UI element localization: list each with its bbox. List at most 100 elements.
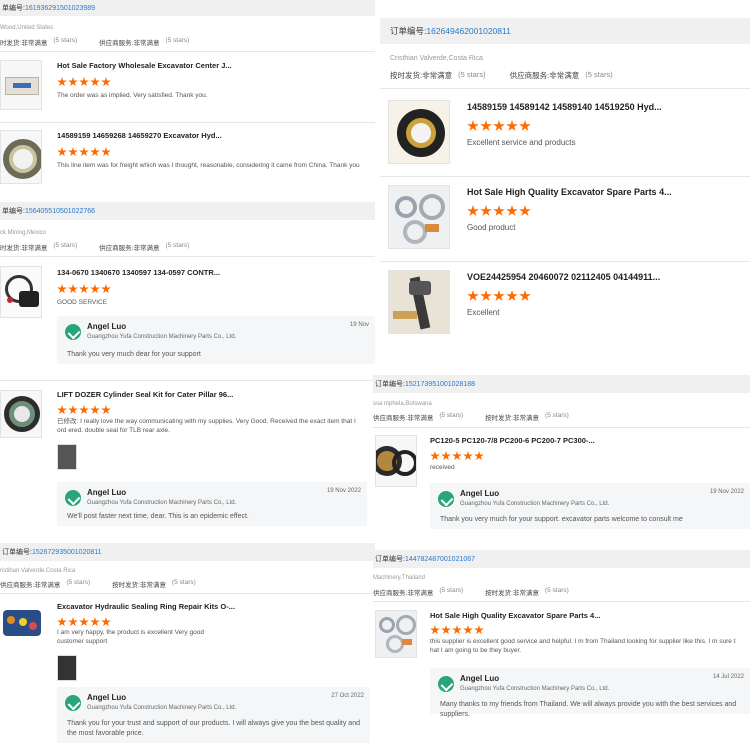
star-icon [441, 625, 451, 635]
product-thumbnail[interactable] [0, 601, 42, 645]
rating-value: 非常满意 [139, 582, 166, 589]
product-title[interactable]: Hot Sale High Quality Excavator Spare Pa… [467, 187, 737, 197]
rating-value: 非常满意 [133, 245, 160, 252]
star-icon [519, 205, 531, 216]
order-header: 订单编号: 144782487001021067 [373, 550, 750, 568]
ratings-row: 时发货: 非常满意 (5 stars) 供应商服务: 非常满意 (5 stars) [0, 242, 189, 252]
ratings-row: 按时发货: 非常满意 (5 stars) 供应商服务: 非常满意 (5 stars) [390, 70, 613, 81]
star-icon [101, 147, 111, 157]
star-icon [101, 284, 111, 294]
order-number-link[interactable]: 152173951001028188 [405, 381, 475, 388]
star-icon [493, 290, 505, 301]
product-title[interactable]: PC120-5 PC120-7/8 PC200-6 PC200-7 PC300-… [430, 436, 730, 445]
rating-stars-text: (5 stars) [165, 242, 190, 249]
star-icon [68, 617, 78, 627]
reply-author: Angel Luo [87, 693, 127, 702]
buyer-name: ristihan Valverde,Costa Rica [0, 568, 76, 574]
rating-label: 供应商服务: [99, 40, 134, 47]
review-comment: This line item was for freight which was… [57, 162, 360, 169]
product-thumbnail[interactable] [0, 130, 42, 184]
rating-value: 非常满意 [407, 590, 434, 597]
reply-message: Many thanks to my friends from Thailand.… [440, 701, 737, 718]
product-thumbnail[interactable] [0, 390, 42, 438]
star-icon [57, 77, 67, 87]
review-item: 14589159 14659268 14659270 Excavator Hyd… [0, 128, 375, 190]
review-comment: I am very happy, the product is excellen… [57, 629, 204, 645]
buyer-name: ssa mphela,Botswana [373, 401, 432, 407]
reply-company: Guangzhou Yufa Construction Machinery Pa… [87, 705, 237, 711]
divider [380, 88, 750, 89]
rating-label: 按时发货: [112, 582, 140, 589]
rating-value: 非常满意 [422, 71, 453, 80]
divider [0, 256, 375, 257]
review-photo[interactable] [57, 444, 77, 470]
company-logo-icon [438, 491, 454, 507]
reply-message: Thank you for your trust and support of … [67, 720, 360, 737]
reply-company: Guangzhou Yufa Construction Machinery Pa… [460, 501, 610, 507]
product-thumbnail[interactable] [388, 100, 450, 164]
star-icon [493, 120, 505, 131]
product-title[interactable]: Hot Sale Factory Wholesale Excavator Cen… [57, 61, 357, 70]
divider [0, 51, 375, 52]
reply-company: Guangzhou Yufa Construction Machinery Pa… [460, 686, 610, 692]
divider [373, 427, 750, 428]
star-rating [467, 205, 531, 217]
order-number-link[interactable]: 161936291501023989 [25, 5, 95, 12]
order-number-link[interactable]: 156405510501022766 [25, 208, 95, 215]
product-title[interactable]: Hot Sale High Quality Excavator Spare Pa… [430, 611, 730, 620]
rating-label: 供应商服务: [99, 245, 134, 252]
review-photo[interactable] [57, 655, 77, 681]
star-icon [467, 205, 479, 216]
reply-message: Thank you very much for your support. ex… [440, 516, 683, 523]
product-title[interactable]: LIFT DOZER Cylinder Seal Kit for Cater P… [57, 390, 357, 399]
star-icon [57, 147, 67, 157]
star-icon [467, 120, 479, 131]
rating-label: 按时发货: [485, 590, 513, 597]
product-thumbnail[interactable] [375, 610, 417, 658]
product-thumbnail[interactable] [0, 60, 42, 110]
product-title[interactable]: Excavator Hydraulic Sealing Ring Repair … [57, 602, 357, 611]
product-thumbnail[interactable] [388, 185, 450, 249]
rating-stars-text: (5 stars) [544, 412, 569, 419]
product-thumbnail[interactable] [0, 266, 42, 318]
divider [373, 601, 750, 602]
star-icon [101, 617, 111, 627]
star-icon [101, 405, 111, 415]
star-rating [57, 284, 111, 294]
company-logo-icon [438, 676, 454, 692]
reply-date: 14 Jul 2022 [712, 674, 744, 680]
star-icon [68, 147, 78, 157]
star-icon [90, 77, 100, 87]
order-number-link[interactable]: 152672935001020811 [32, 549, 102, 556]
star-icon [79, 147, 89, 157]
review-item: Hot Sale High Quality Excavator Spare Pa… [380, 183, 750, 261]
reply-author: Angel Luo [87, 488, 127, 497]
product-title[interactable]: 14589159 14589142 14589140 14519250 Hyd.… [467, 102, 737, 112]
star-icon [101, 77, 111, 87]
order-label: 单编号: [2, 5, 25, 12]
rating-stars-text: (5 stars) [53, 37, 78, 44]
rating-stars-text: (5 stars) [165, 37, 190, 44]
order-number-link[interactable]: 162649462001020811 [426, 26, 510, 36]
product-thumbnail[interactable] [375, 435, 417, 487]
star-icon [90, 147, 100, 157]
order-label: 订单编号: [2, 549, 32, 556]
buyer-name: Cristhian Valverde,Costa Rica [390, 55, 483, 62]
rating-value: 非常满意 [34, 582, 61, 589]
star-icon [506, 205, 518, 216]
order-number-link[interactable]: 144782487001021067 [405, 556, 475, 563]
rating-stars-text: (5 stars) [439, 412, 464, 419]
product-title[interactable]: 14589159 14659268 14659270 Excavator Hyd… [57, 131, 357, 140]
supplier-reply: Angel Luo Guangzhou Yufa Construction Ma… [430, 483, 750, 529]
star-rating [57, 147, 111, 157]
product-thumbnail[interactable] [388, 270, 450, 334]
product-title[interactable]: 134-0670 1340670 1340597 134-0597 CONTR.… [57, 268, 357, 277]
supplier-reply: Angel Luo Guangzhou Yufa Construction Ma… [430, 668, 750, 718]
star-icon [474, 625, 484, 635]
company-logo-icon [65, 324, 81, 340]
divider [380, 261, 750, 262]
star-icon [480, 120, 492, 131]
order-label: 订单编号: [375, 381, 405, 388]
product-title[interactable]: VOE24425954 20460072 02112405 04144911..… [467, 272, 737, 282]
ratings-row: 供应商服务: 非常满意 (5 stars) 按时发货: 非常满意 (5 stars) [373, 587, 569, 597]
